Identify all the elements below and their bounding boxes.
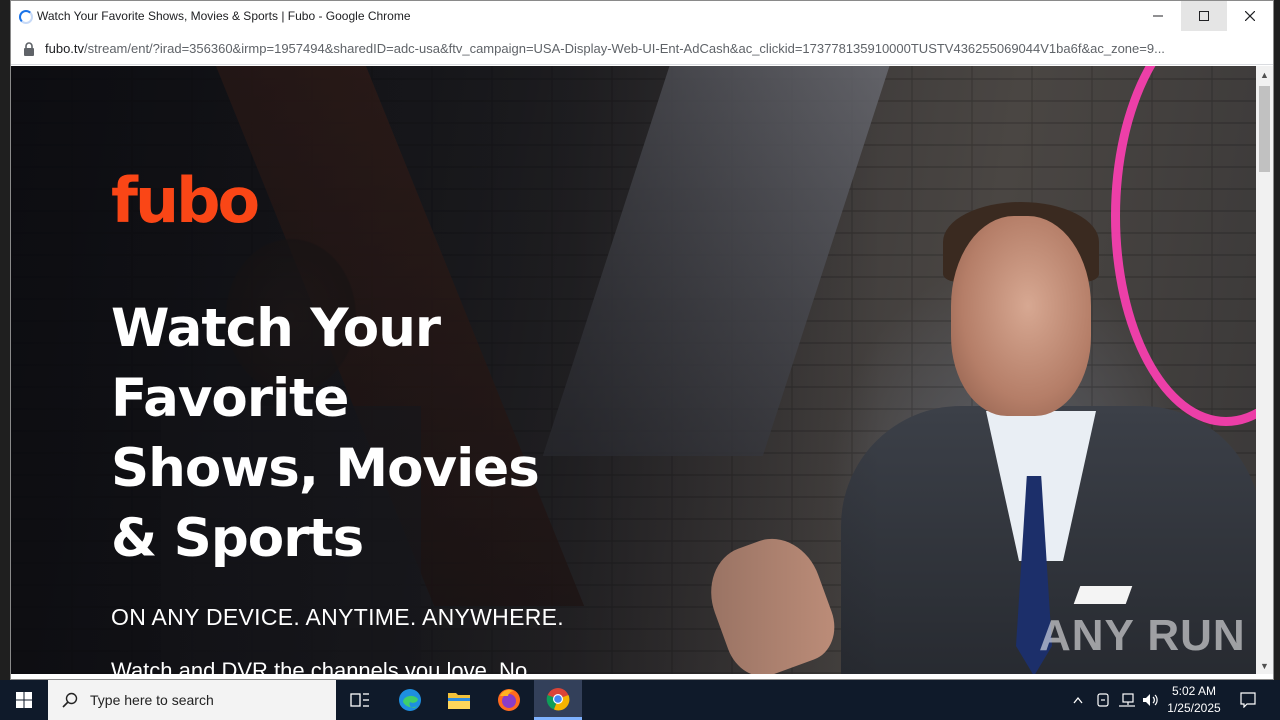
clock-time: 5:02 AM — [1171, 684, 1217, 698]
device-icon — [1097, 693, 1109, 707]
hero-tagline: ON ANY DEVICE. ANYTIME. ANYWHERE. — [111, 604, 564, 630]
headline-line: Shows, Movies — [111, 438, 540, 499]
page-scrollbar[interactable]: ▲ ▼ — [1256, 66, 1273, 674]
network-icon — [1119, 693, 1135, 707]
url-text[interactable]: fubo.tv/stream/ent/?irad=356360&irmp=195… — [45, 41, 1260, 56]
firefox-icon — [498, 689, 520, 711]
volume-icon — [1143, 694, 1158, 706]
maximize-button[interactable] — [1181, 1, 1227, 31]
windows-taskbar: Type here to search 5:02 AM 1/25/2025 — [0, 680, 1280, 720]
taskbar-search-box[interactable]: Type here to search — [48, 680, 336, 720]
watermark-text: ANY RUN — [1039, 611, 1246, 660]
minimize-button[interactable] — [1135, 1, 1181, 31]
close-icon — [1245, 11, 1255, 21]
search-icon — [62, 692, 78, 708]
start-button[interactable] — [0, 680, 48, 720]
tray-device-button[interactable] — [1093, 680, 1113, 720]
tray-volume-button[interactable] — [1140, 680, 1162, 720]
firefox-taskbar-button[interactable] — [485, 680, 533, 720]
fubo-logo[interactable]: fubo — [111, 164, 260, 237]
chrome-window: Watch Your Favorite Shows, Movies & Spor… — [10, 0, 1274, 680]
windows-logo-icon — [16, 692, 32, 708]
task-view-button[interactable] — [336, 680, 384, 720]
task-view-icon — [350, 693, 369, 707]
scroll-thumb[interactable] — [1259, 86, 1270, 172]
url-path: /stream/ent/?irad=356360&irmp=1957494&sh… — [84, 41, 1165, 56]
search-placeholder: Type here to search — [90, 692, 214, 708]
tray-overflow-button[interactable] — [1068, 680, 1088, 720]
scroll-down-arrow-icon[interactable]: ▼ — [1256, 657, 1273, 674]
close-button[interactable] — [1227, 1, 1273, 31]
taskbar-clock[interactable]: 5:02 AM 1/25/2025 — [1162, 683, 1226, 717]
chevron-up-icon — [1073, 696, 1083, 704]
maximize-icon — [1199, 11, 1209, 21]
anyrun-watermark: ANY RUN — [1039, 611, 1246, 661]
chrome-taskbar-button[interactable] — [534, 680, 582, 720]
headline-line: & Sports — [111, 508, 364, 569]
clock-date: 1/25/2025 — [1167, 701, 1221, 715]
tray-network-button[interactable] — [1116, 680, 1138, 720]
address-bar[interactable]: fubo.tv/stream/ent/?irad=356360&irmp=195… — [11, 33, 1273, 65]
scroll-up-arrow-icon[interactable]: ▲ — [1256, 66, 1273, 83]
file-explorer-taskbar-button[interactable] — [435, 680, 483, 720]
hero-subtext: Watch and DVR the channels you love. No — [111, 658, 528, 674]
edge-taskbar-button[interactable] — [386, 680, 434, 720]
headline-line: Watch Your — [111, 298, 441, 359]
hero-headline: Watch Your Favorite Shows, Movies & Spor… — [111, 294, 591, 574]
title-bar: Watch Your Favorite Shows, Movies & Spor… — [11, 1, 1273, 33]
minimize-icon — [1153, 15, 1163, 17]
notifications-button[interactable] — [1232, 680, 1264, 720]
folder-icon — [448, 693, 470, 709]
page-viewport: fubo Watch Your Favorite Shows, Movies &… — [11, 66, 1256, 674]
url-host: fubo.tv — [45, 41, 85, 56]
window-title: Watch Your Favorite Shows, Movies & Spor… — [37, 9, 411, 23]
notification-icon — [1240, 692, 1256, 708]
chrome-icon — [546, 687, 570, 710]
headline-line: Favorite — [111, 368, 349, 429]
loading-spinner-icon — [19, 10, 33, 24]
lock-icon — [24, 42, 34, 56]
edge-icon — [399, 689, 421, 711]
